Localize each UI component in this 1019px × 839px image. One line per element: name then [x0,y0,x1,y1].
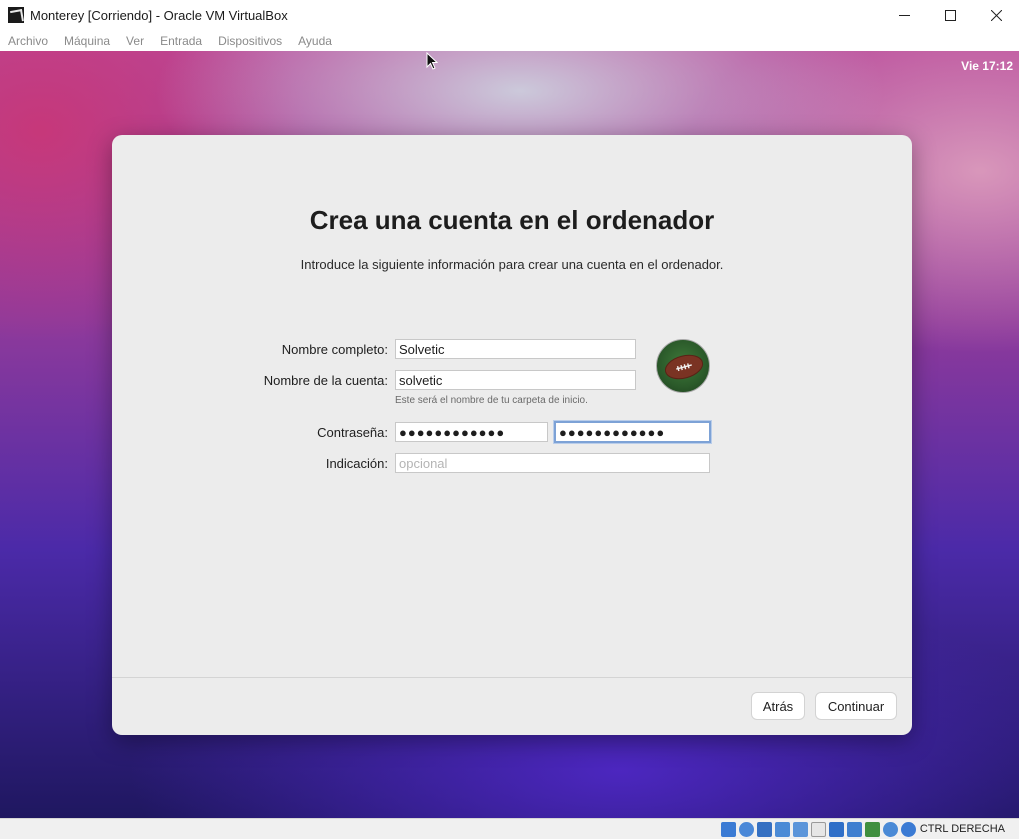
back-button[interactable]: Atrás [751,692,805,720]
close-button[interactable] [973,0,1019,30]
create-account-dialog: Crea una cuenta en el ordenador Introduc… [112,135,912,735]
optical-drive-icon[interactable] [738,821,754,837]
menu-ayuda[interactable]: Ayuda [298,34,332,48]
account-name-input[interactable] [395,370,636,390]
display-icon[interactable] [828,821,844,837]
password-input[interactable] [395,422,548,442]
dialog-subtitle: Introduce la siguiente información para … [300,257,724,272]
hint-input[interactable] [395,453,710,473]
account-name-hint: Este será el nombre de tu carpeta de ini… [395,395,588,406]
menu-maquina[interactable]: Máquina [64,34,110,48]
menu-entrada[interactable]: Entrada [160,34,202,48]
network-icon[interactable] [774,821,790,837]
password-label: Contraseña: [317,425,388,440]
full-name-input[interactable] [395,339,636,359]
password-verify-input[interactable] [554,421,711,443]
cpu-icon[interactable] [864,821,880,837]
football-avatar-icon [664,354,704,380]
continue-button[interactable]: Continuar [815,692,897,720]
audio-icon[interactable] [756,821,772,837]
virtualbox-icon [8,7,24,23]
close-icon [990,9,1002,21]
window-titlebar: Monterey [Corriendo] - Oracle VM Virtual… [0,0,1019,30]
window-controls [881,0,1019,30]
minimize-icon [898,14,910,16]
vm-status-bar: CTRL DERECHA [0,818,1019,839]
hint-label: Indicación: [325,456,388,471]
shared-folders-icon[interactable] [810,821,826,837]
account-name-label: Nombre de la cuenta: [263,373,388,388]
mouse-pointer-icon [426,52,438,70]
recording-icon[interactable] [846,821,862,837]
usb-icon[interactable] [792,821,808,837]
window-title: Monterey [Corriendo] - Oracle VM Virtual… [30,7,288,23]
menu-bar: Archivo Máquina Ver Entrada Dispositivos… [0,30,1019,51]
dialog-title: Crea una cuenta en el ordenador [309,205,715,235]
vm-screen[interactable]: Vie 17:12 Crea una cuenta en el ordenado… [0,51,1019,818]
menu-ver[interactable]: Ver [126,34,144,48]
hard-disk-icon[interactable] [720,821,736,837]
maximize-button[interactable] [927,0,973,30]
mouse-integration-icon[interactable] [882,821,898,837]
dialog-footer-divider [112,677,912,678]
keyboard-icon[interactable] [900,821,916,837]
menu-archivo[interactable]: Archivo [8,34,48,48]
minimize-button[interactable] [881,0,927,30]
maximize-icon [944,9,956,21]
user-avatar[interactable] [656,339,710,393]
host-key-label: CTRL DERECHA [919,823,1005,835]
macos-clock: Vie 17:12 [961,59,1013,73]
full-name-label: Nombre completo: [281,342,388,357]
menu-dispositivos[interactable]: Dispositivos [218,34,282,48]
